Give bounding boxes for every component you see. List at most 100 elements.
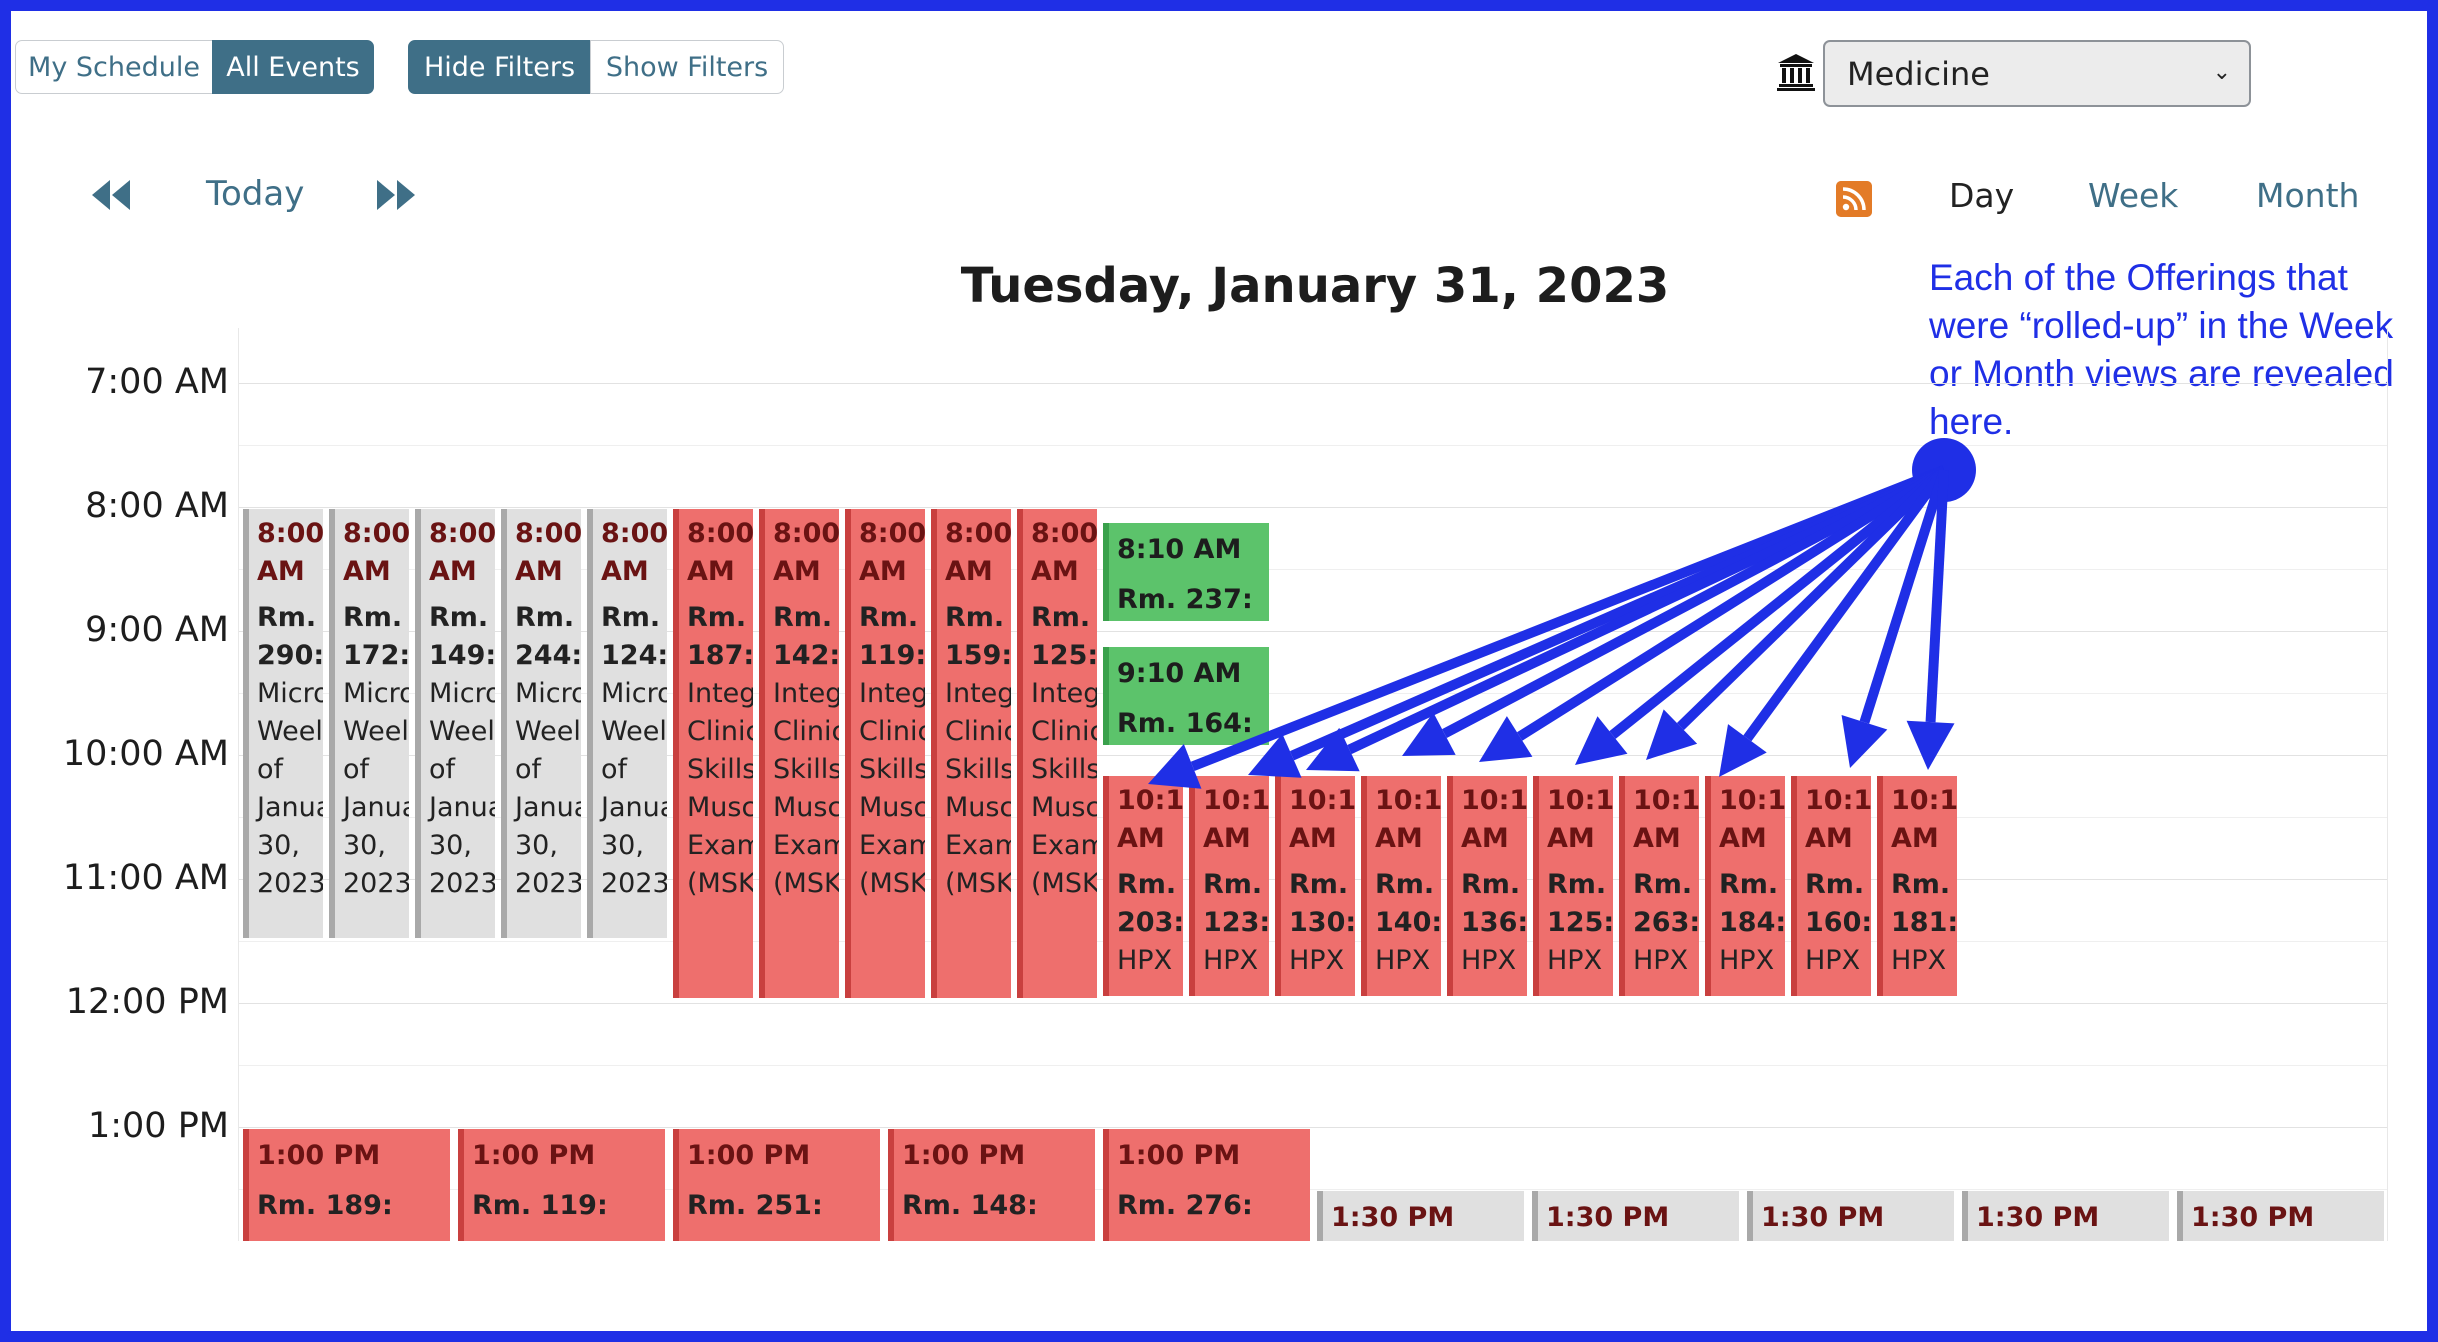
calendar-event[interactable]: 1:30 PM [2177, 1191, 2384, 1241]
event-time: 8:00 AM [601, 518, 667, 587]
show-filters-button[interactable]: Show Filters [590, 40, 784, 94]
calendar-event[interactable]: 1:00 PM Rm. 148: [888, 1129, 1095, 1241]
calendar-event[interactable]: 8:00 AM Rm. 172: Micro Weel of Janua 30, 2023 [329, 509, 409, 938]
grid-line [239, 445, 2387, 446]
event-title: 2023 [601, 868, 667, 899]
event-title: HPX [1891, 945, 1947, 976]
event-time: 10:10 AM [1805, 785, 1871, 854]
calendar-event[interactable]: 10:10 AM Rm. 160: HPX [1791, 776, 1871, 996]
time-label: 12:00 PM [65, 982, 229, 1022]
hide-filters-button[interactable]: Hide Filters [408, 40, 591, 94]
calendar-event[interactable]: 10:10 AM Rm. 203: HPX [1103, 776, 1183, 996]
event-title: 30, [343, 830, 386, 861]
calendar-event[interactable]: 8:00 AM Rm. 244: Micro Weel of Janua 30, 2023 [501, 509, 581, 938]
view-month-button[interactable]: Month [2256, 176, 2359, 215]
calendar-event[interactable]: 10:10 AM Rm. 181: HPX [1877, 776, 1957, 996]
calendar-event[interactable]: 1:00 PM Rm. 189: [243, 1129, 450, 1241]
event-title: Micro [515, 678, 581, 709]
calendar-event[interactable]: 1:00 PM Rm. 119: [458, 1129, 665, 1241]
today-button[interactable]: Today [206, 174, 304, 214]
my-schedule-button[interactable]: My Schedule [15, 40, 213, 94]
calendar-event[interactable]: 10:10 AM Rm. 136: HPX [1447, 776, 1527, 996]
calendar-event[interactable]: 1:00 PM Rm. 251: [673, 1129, 880, 1241]
event-title: HPX [1719, 945, 1775, 976]
event-title: of [601, 754, 628, 785]
time-label: 10:00 AM [62, 734, 229, 774]
school-select[interactable]: Medicine ⌄ [1823, 40, 2251, 107]
event-title: Exam [945, 830, 1011, 861]
calendar-event[interactable]: 10:10 AM Rm. 125: HPX [1533, 776, 1613, 996]
event-room: Rm. 181: [1891, 869, 1957, 938]
calendar-event[interactable]: 1:30 PM [1747, 1191, 1954, 1241]
event-room: Rm. 189: [257, 1190, 393, 1221]
calendar-event[interactable]: 1:30 PM [1962, 1191, 2169, 1241]
calendar-event[interactable]: 8:00 AM Rm. 119: Integ Clinic Skills Musc Exam… [845, 509, 925, 998]
calendar-event[interactable]: 10:10 AM Rm. 263: HPX [1619, 776, 1699, 996]
event-title: Integ [773, 678, 839, 709]
event-room: Rm. 187: [687, 602, 753, 671]
calendar-event[interactable]: 8:00 AM Rm. 290: Micro Weel of Janua 30, 2023 [243, 509, 323, 938]
event-title: 30, [601, 830, 644, 861]
event-title: HPX [1461, 945, 1517, 976]
event-title: Musc [859, 792, 925, 823]
event-time: 10:10 AM [1547, 785, 1613, 854]
event-room: Rm. 130: [1289, 869, 1355, 938]
calendar-event[interactable]: 10:10 AM Rm. 140: HPX [1361, 776, 1441, 996]
event-title: Micro [257, 678, 323, 709]
event-title: Micro [429, 678, 495, 709]
calendar-event[interactable]: 8:00 AM Rm. 149: Micro Weel of Janua 30, 2023 [415, 509, 495, 938]
calendar-event[interactable]: 8:00 AM Rm. 187: Integ Clinic Skills Musc Exam… [673, 509, 753, 998]
event-room: Rm. 159: [945, 602, 1011, 671]
event-room: Rm. 244: [515, 602, 581, 671]
event-time: 8:00 AM [687, 518, 753, 587]
event-title: 2023 [515, 868, 581, 899]
event-title: of [257, 754, 284, 785]
event-time: 10:10 AM [1719, 785, 1785, 854]
calendar-event[interactable]: 1:30 PM [1532, 1191, 1739, 1241]
calendar-event[interactable]: 8:00 AM Rm. 142: Integ Clinic Skills Musc Exam… [759, 509, 839, 998]
event-title: Musc [945, 792, 1011, 823]
calendar-event[interactable]: 10:10 AM Rm. 130: HPX [1275, 776, 1355, 996]
event-room: Rm. 125: [1031, 602, 1097, 671]
view-week-button[interactable]: Week [2088, 176, 2178, 215]
event-title: (MSK [773, 868, 839, 899]
calendar-event[interactable]: 8:00 AM Rm. 125: Integ Clinic Skills Musc Exam… [1017, 509, 1097, 998]
view-day-button[interactable]: Day [1949, 176, 2014, 215]
event-time: 10:10 AM [1633, 785, 1699, 854]
calendar-event[interactable]: 9:10 AM Rm. 164: [1103, 647, 1269, 745]
event-title: 30, [429, 830, 472, 861]
chevron-down-icon: ⌄ [2212, 60, 2231, 85]
school-select-value: Medicine [1847, 54, 1990, 93]
calendar-event[interactable]: 10:10 AM Rm. 123: HPX [1189, 776, 1269, 996]
calendar-event[interactable]: 1:00 PM Rm. 276: [1103, 1129, 1310, 1241]
event-title: Micro [343, 678, 409, 709]
event-title: Integ [945, 678, 1011, 709]
event-title: of [429, 754, 456, 785]
calendar-event[interactable]: 1:30 PM [1317, 1191, 1524, 1241]
event-title: Musc [687, 792, 753, 823]
event-title: HPX [1547, 945, 1603, 976]
event-title: Clinic [945, 716, 1011, 747]
calendar-event[interactable]: 8:00 AM Rm. 124: Micro Weel of Janua 30, 2023 [587, 509, 667, 938]
all-events-button[interactable]: All Events [212, 40, 374, 94]
event-title: Skills [859, 754, 925, 785]
calendar-event[interactable]: 10:10 AM Rm. 184: HPX [1705, 776, 1785, 996]
event-title: Janua [601, 792, 667, 823]
grid-line [239, 1127, 2387, 1128]
event-room: Rm. 125: [1547, 869, 1613, 938]
rewind-icon[interactable] [90, 178, 134, 212]
event-title: 30, [257, 830, 300, 861]
event-title: HPX [1375, 945, 1431, 976]
event-time: 10:10 AM [1461, 785, 1527, 854]
event-time: 1:30 PM [1761, 1202, 1885, 1233]
event-title: (MSK [1031, 868, 1097, 899]
fast-forward-icon[interactable] [373, 178, 417, 212]
event-title: Integ [687, 678, 753, 709]
event-title: Skills [945, 754, 1011, 785]
event-title: HPX [1805, 945, 1861, 976]
event-time: 10:10 AM [1375, 785, 1441, 854]
event-room: Rm. 142: [773, 602, 839, 671]
calendar-event[interactable]: 8:10 AM Rm. 237: [1103, 523, 1269, 621]
calendar-event[interactable]: 8:00 AM Rm. 159: Integ Clinic Skills Musc Exam… [931, 509, 1011, 998]
rss-feed-icon[interactable] [1836, 181, 1872, 217]
